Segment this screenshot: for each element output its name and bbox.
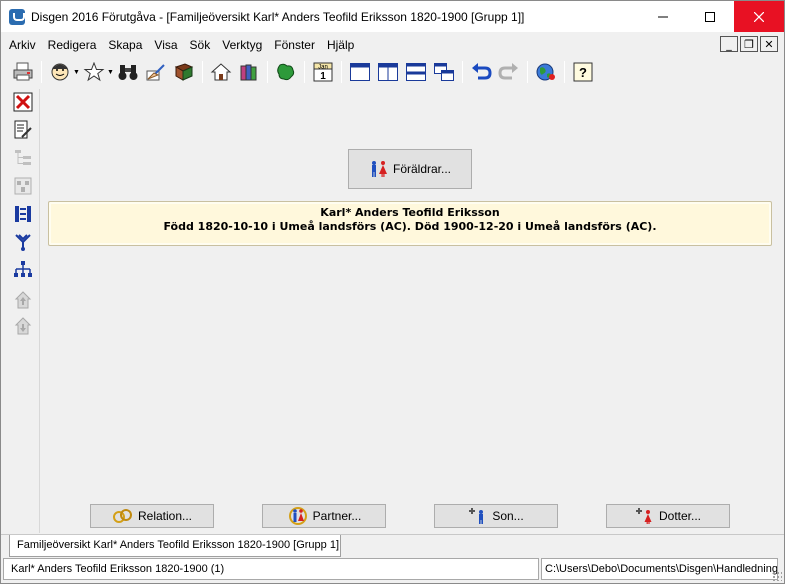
toolbar-separator: [340, 61, 342, 83]
partner-button[interactable]: Partner...: [262, 504, 386, 528]
menu-bar: Arkiv Redigera Skapa Visa Sök Verktyg Fö…: [1, 34, 784, 56]
status-person: Karl* Anders Teofild Eriksson 1820-1900 …: [3, 558, 539, 580]
house-down-icon: [11, 315, 35, 337]
help-glyph: ?: [579, 65, 587, 80]
add-daughter-icon: [635, 508, 652, 524]
toolbar-separator: [526, 61, 528, 83]
document-tab-strip: Familjeöversikt Karl* Anders Teofild Eri…: [1, 534, 784, 557]
left-toolbar: [1, 89, 39, 529]
window-title: Disgen 2016 Förutgåva - [Familjeöversikt…: [31, 9, 525, 24]
books-icon[interactable]: [237, 60, 261, 84]
status-bar: Karl* Anders Teofild Eriksson 1820-1900 …: [1, 557, 784, 583]
son-button[interactable]: Son...: [434, 504, 558, 528]
mdi-close-button[interactable]: ✕: [760, 36, 778, 52]
app-logo-icon[interactable]: [9, 8, 25, 25]
toolbar-separator: [461, 61, 463, 83]
parents-icon: [371, 161, 387, 177]
mdi-minimize-button[interactable]: _: [720, 36, 738, 52]
relation-button-label: Relation...: [137, 509, 193, 523]
main-toolbar: ▼ ▼ Jan 1 ?: [1, 57, 784, 87]
window-split-vertical-icon[interactable]: [376, 60, 400, 84]
status-path: C:\Users\Debo\Documents\Disgen\Handledni…: [541, 558, 778, 580]
toolbar-separator: [201, 61, 203, 83]
hand-pen-icon[interactable]: [144, 60, 168, 84]
close-button[interactable]: [734, 1, 784, 32]
ancestors-icon[interactable]: [11, 259, 35, 281]
menu-sok[interactable]: Sök: [184, 35, 217, 55]
family-overview-area: Föräldrar... Karl* Anders Teofild Erikss…: [41, 89, 778, 499]
mdi-controls: _ ❐ ✕: [720, 36, 778, 52]
close-x-icon[interactable]: [11, 91, 35, 113]
parents-button-label: Föräldrar...: [392, 162, 452, 176]
person-name: Karl* Anders Teofild Eriksson: [320, 206, 500, 219]
resize-grip[interactable]: [772, 571, 782, 581]
chevron-down-icon[interactable]: ▼: [107, 69, 114, 76]
family-chart-icon[interactable]: [11, 203, 35, 225]
action-button-bar: Relation... Partner... Son... Dotter...: [41, 499, 778, 533]
menu-hjalp[interactable]: Hjälp: [321, 35, 360, 55]
report-icon: [11, 175, 35, 197]
rings-icon: [112, 509, 132, 523]
person-face-icon[interactable]: [48, 60, 72, 84]
window-split-horizontal-icon[interactable]: [404, 60, 428, 84]
dotter-button-label: Dotter...: [658, 509, 702, 523]
window-single-icon[interactable]: [348, 60, 372, 84]
maximize-button[interactable]: [687, 1, 733, 32]
partner-icon: [288, 507, 307, 525]
undo-icon[interactable]: [469, 60, 493, 84]
house-up-icon: [11, 289, 35, 311]
window-cascade-icon[interactable]: [432, 60, 456, 84]
tree-list-icon: [11, 147, 35, 169]
descendants-icon[interactable]: [11, 231, 35, 253]
left-toolbar-divider: [39, 89, 40, 533]
person-star-icon[interactable]: [82, 60, 106, 84]
toolbar-separator: [563, 61, 565, 83]
globe-icon[interactable]: [534, 60, 558, 84]
person-details: Född 1820-10-10 i Umeå landsförs (AC). D…: [163, 220, 657, 233]
toolbar-separator: [41, 61, 42, 83]
relation-button[interactable]: Relation...: [90, 504, 214, 528]
menu-skapa[interactable]: Skapa: [102, 35, 148, 55]
binoculars-icon[interactable]: [116, 60, 140, 84]
dotter-button[interactable]: Dotter...: [606, 504, 730, 528]
toolbar-separator: [303, 61, 305, 83]
calendar-day: 1: [320, 71, 326, 82]
app-window: Disgen 2016 Förutgåva - [Familjeöversikt…: [0, 0, 785, 584]
menu-verktyg[interactable]: Verktyg: [216, 35, 268, 55]
calendar-icon[interactable]: Jan 1: [311, 60, 335, 84]
redo-icon: [497, 60, 521, 84]
help-icon[interactable]: ?: [571, 60, 595, 84]
menu-arkiv[interactable]: Arkiv: [3, 35, 42, 55]
title-bar[interactable]: Disgen 2016 Förutgåva - [Familjeöversikt…: [1, 1, 784, 32]
calendar-month: Jan: [318, 65, 328, 71]
chevron-down-icon[interactable]: ▼: [73, 69, 80, 76]
home-icon[interactable]: [209, 60, 233, 84]
partner-button-label: Partner...: [312, 509, 362, 523]
toolbar-separator: [266, 61, 268, 83]
add-son-icon: [469, 508, 484, 524]
document-pen-icon[interactable]: [11, 119, 35, 141]
mdi-restore-button[interactable]: ❐: [740, 36, 758, 52]
printer-icon[interactable]: [11, 60, 35, 84]
son-button-label: Son...: [492, 509, 524, 523]
book-icon[interactable]: [172, 60, 196, 84]
minimize-button[interactable]: [640, 1, 686, 32]
parents-button[interactable]: Föräldrar...: [348, 149, 472, 189]
menu-fonster[interactable]: Fönster: [268, 35, 321, 55]
menu-visa[interactable]: Visa: [148, 35, 183, 55]
menu-redigera[interactable]: Redigera: [42, 35, 103, 55]
tab-family-overview[interactable]: Familjeöversikt Karl* Anders Teofild Eri…: [9, 535, 341, 557]
person-card[interactable]: Karl* Anders Teofild Eriksson Född 1820-…: [48, 201, 772, 246]
map-icon[interactable]: [274, 60, 298, 84]
